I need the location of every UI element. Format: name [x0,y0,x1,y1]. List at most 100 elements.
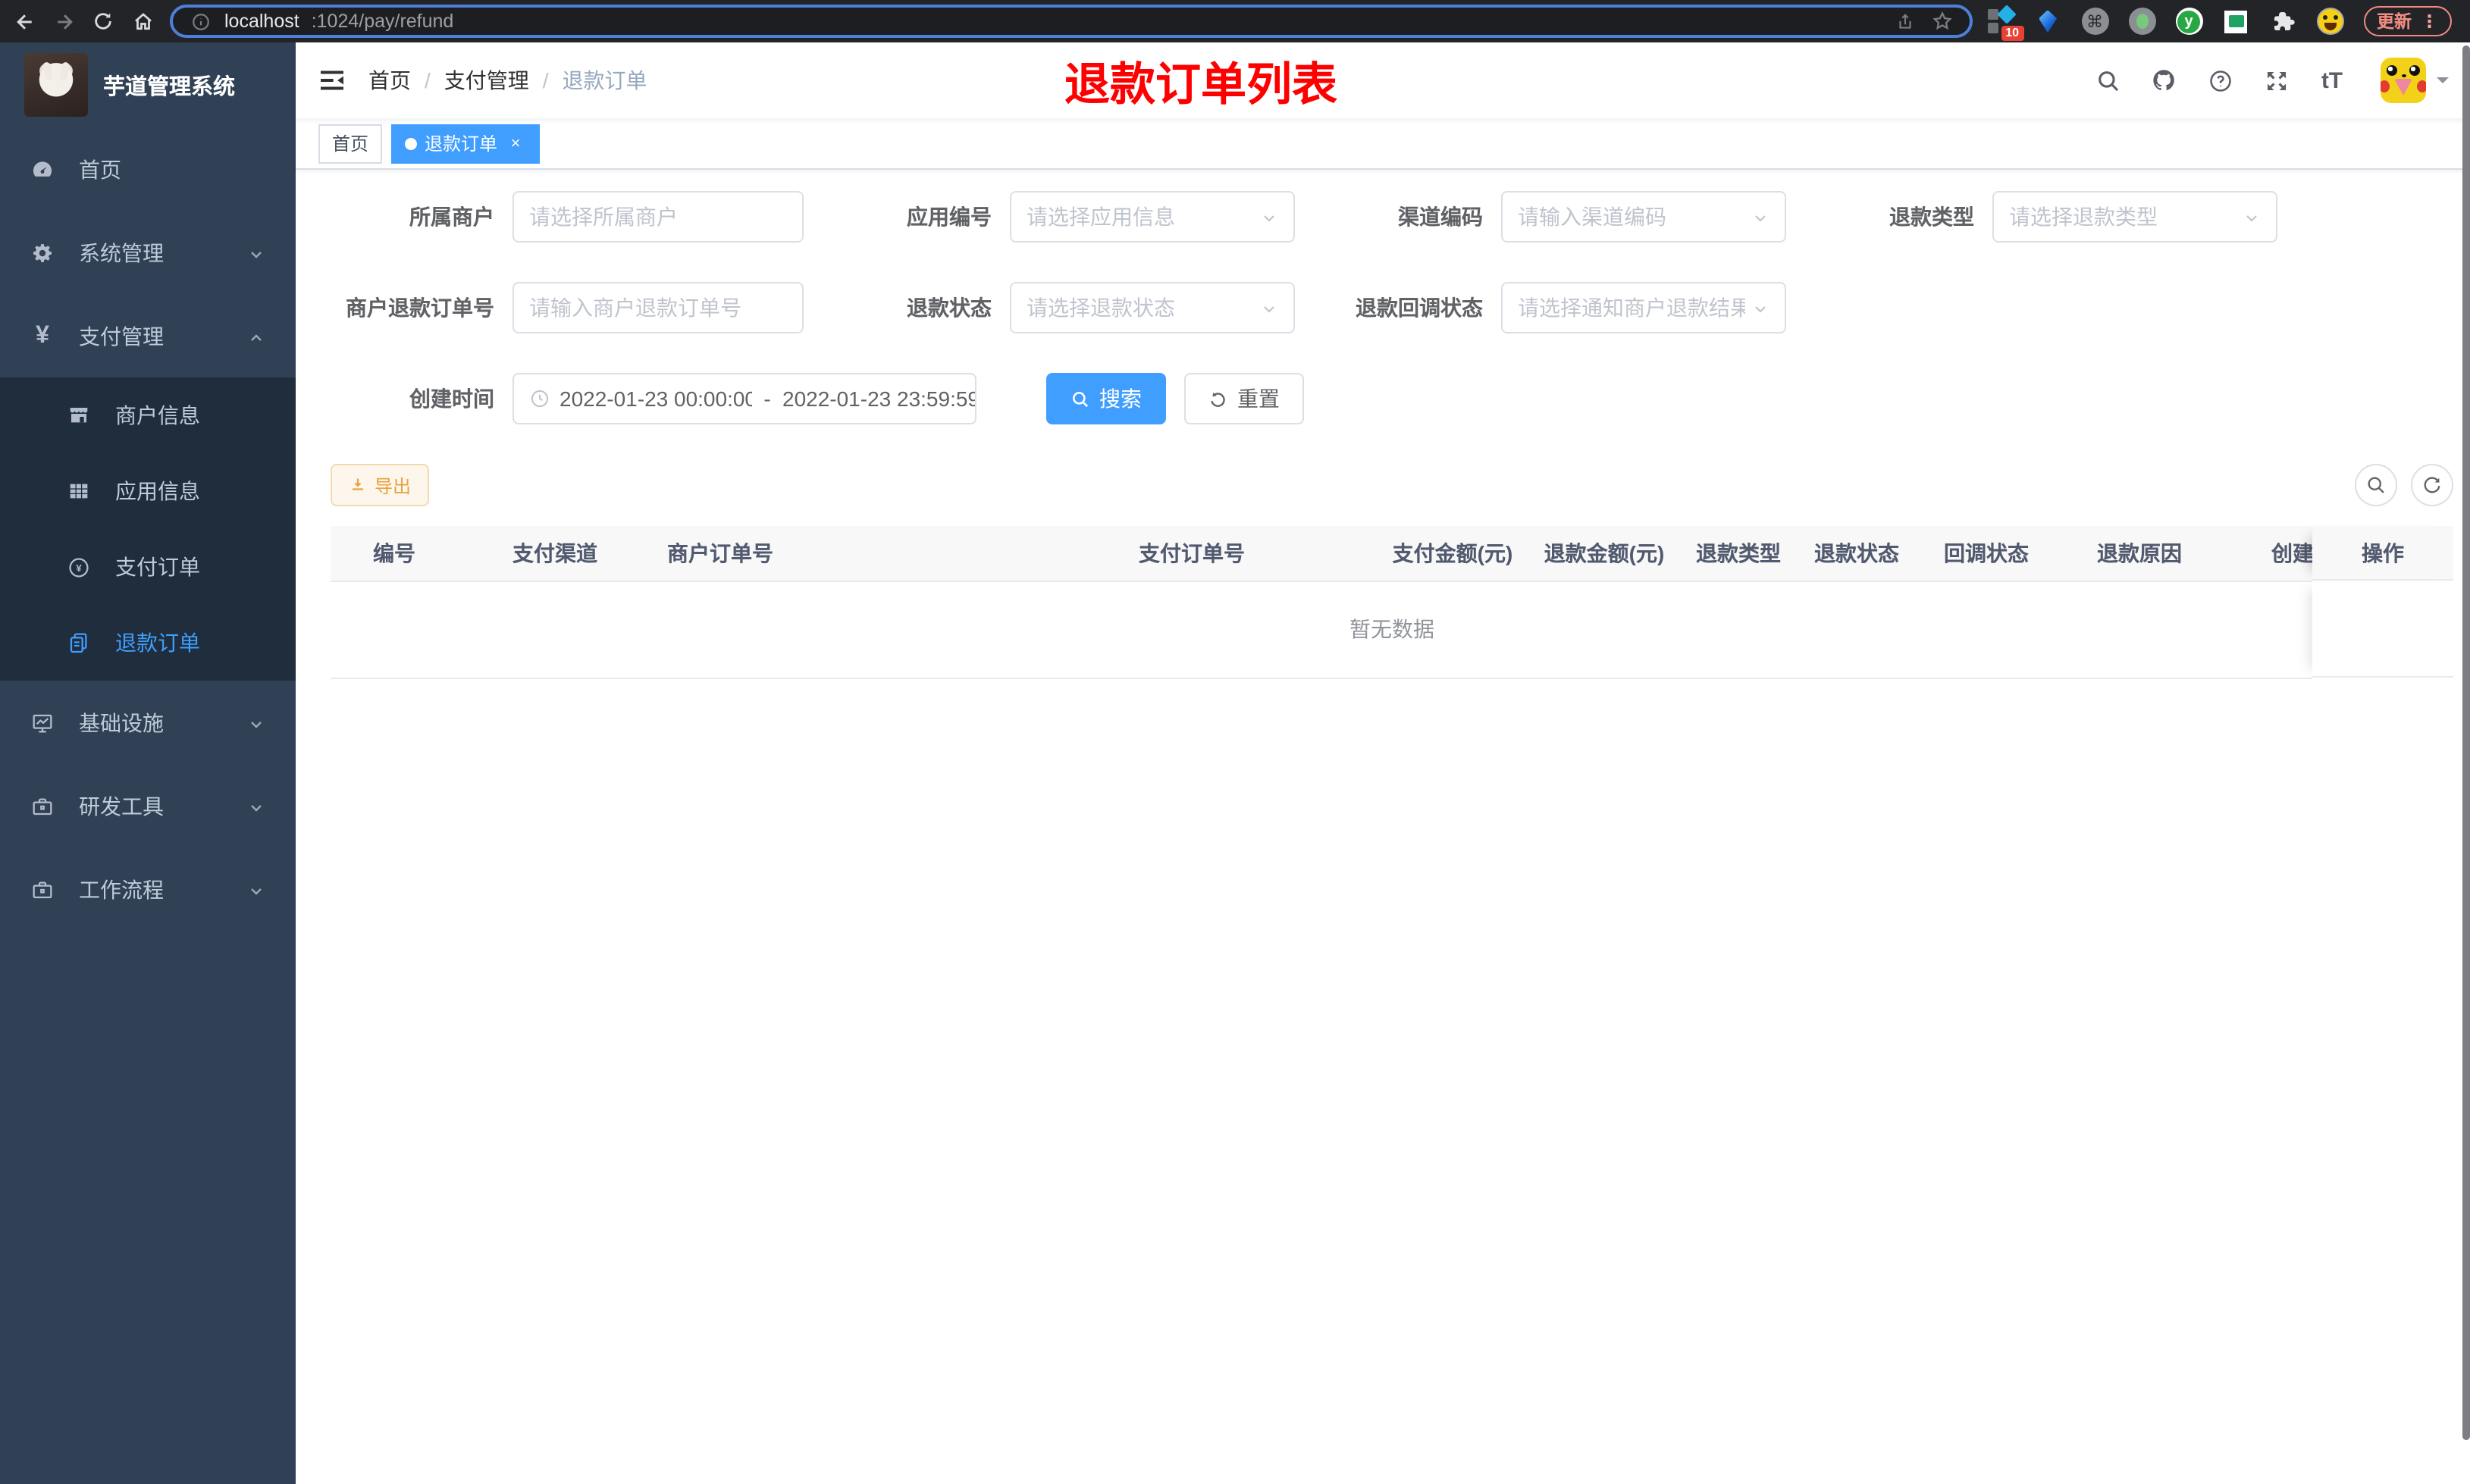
reset-button[interactable]: 重置 [1184,373,1304,424]
back-button[interactable] [12,9,36,33]
home-button[interactable] [130,9,155,33]
col-callback-status: 回调状态 [1917,526,2056,581]
sidebar-item-pay-order[interactable]: ¥ 支付订单 [0,529,296,605]
address-bar[interactable]: localhost :1024/pay/refund [170,5,1972,38]
col-create-time: 创建时间 [2223,526,2312,581]
grid-icon [67,479,91,503]
extension-green-dot-icon[interactable] [2128,8,2155,35]
chevron-down-icon [247,880,265,898]
col-refund-status: 退款状态 [1797,526,1917,581]
notify-status-select[interactable]: 请选择通知商户退款结果的回调状态 [1501,282,1786,333]
extension-chat-icon[interactable] [2222,8,2249,35]
monitor-chart-icon [30,710,55,734]
extensions-puzzle-icon[interactable] [2269,8,2296,35]
table-scroll-area[interactable]: 编号 支付渠道 商户订单号 支付订单号 支付金额(元) 退款金额(元) 退款类型… [331,526,2312,678]
share-icon[interactable] [1893,9,1917,33]
col-merchant-order-no: 商户订单号 [652,526,1124,581]
gear-icon [30,240,55,265]
refund-type-select[interactable]: 请选择退款类型 [1992,191,2277,243]
col-id: 编号 [331,526,458,581]
merchant-refund-no-label: 商户退款订单号 [346,296,494,320]
breadcrumb-pay[interactable]: 支付管理 [444,65,529,95]
chrome-menu-icon[interactable]: ⋮ [2421,11,2438,32]
app-title: 芋道管理系统 [103,75,235,99]
extension-emoji-icon[interactable] [2316,8,2343,35]
workflow-briefcase-icon [30,877,55,901]
bookmark-star-icon[interactable] [1929,9,1954,33]
sidebar-item-pay[interactable]: ¥ 支付管理 [0,294,296,377]
help-icon[interactable] [2206,67,2233,94]
sidebar-item-refund-order[interactable]: 退款订单 [0,605,296,681]
github-icon[interactable] [2150,67,2177,94]
channel-select[interactable]: 请输入渠道编码 [1501,191,1786,243]
reload-button[interactable] [91,9,115,33]
chevron-down-icon [1260,208,1278,226]
export-button[interactable]: 导出 [331,464,430,506]
notify-status-label: 退款回调状态 [1356,296,1483,320]
sidebar-logo[interactable]: 芋道管理系统 [0,42,296,127]
refresh-table-button[interactable] [2411,464,2453,506]
sidebar-item-system[interactable]: 系统管理 [0,211,296,294]
refund-doc-icon [67,631,91,655]
sidebar-menu: 首页 系统管理 ¥ 支付管理 商户信息 应用信息 ¥ 支付订单 退款订单 基础设… [0,127,296,1484]
search-icon[interactable] [2094,67,2121,94]
sidebar-item-home[interactable]: 首页 [0,127,296,211]
app-label: 应用编号 [907,205,992,229]
breadcrumb-home[interactable]: 首页 [368,65,411,95]
sidebar-item-infra[interactable]: 基础设施 [0,681,296,764]
page-content: 所属商户 应用编号 请选择应用信息 [296,170,2470,1484]
user-menu[interactable] [2374,58,2449,103]
extension-command-icon[interactable]: ⌘ [2081,8,2108,35]
table-header-row: 编号 支付渠道 商户订单号 支付订单号 支付金额(元) 退款金额(元) 退款类型… [331,526,2312,581]
sidebar-item-label: 基础设施 [79,710,164,734]
sidebar-item-label: 支付订单 [115,555,200,579]
clock-icon [529,388,550,409]
search-button[interactable]: 搜索 [1046,373,1166,424]
sidebar-item-app-info[interactable]: 应用信息 [0,453,296,529]
chevron-down-icon [247,243,265,261]
sidebar-item-workflow[interactable]: 工作流程 [0,847,296,931]
tags-view: 首页 退款订单 × [296,118,2470,170]
fullscreen-icon[interactable] [2262,67,2290,94]
merchant-label: 所属商户 [409,205,494,229]
forward-button[interactable] [52,9,76,33]
create-time-label: 创建时间 [409,387,494,411]
pay-submenu: 商户信息 应用信息 ¥ 支付订单 退款订单 [0,377,296,681]
sidebar-item-label: 系统管理 [79,240,164,265]
font-size-icon[interactable]: tT [2318,67,2346,94]
avatar [2381,58,2426,103]
site-info-icon[interactable] [188,9,212,33]
refund-status-select[interactable]: 请选择退款状态 [1010,282,1295,333]
refund-type-label: 退款类型 [1889,205,1974,229]
sidebar-item-dev-tools[interactable]: 研发工具 [0,764,296,847]
breadcrumb-current: 退款订单 [562,68,647,92]
navbar: 首页 / 支付管理 / 退款订单 退款订单列表 tT [296,42,2470,118]
col-channel: 支付渠道 [458,526,652,581]
extension-tabs-icon[interactable]: 10 [1987,5,2023,41]
chevron-down-icon [2243,208,2261,226]
merchant-refund-no-input[interactable] [512,282,804,333]
svg-text:¥: ¥ [76,562,82,573]
tag-refund-order[interactable]: 退款订单 × [391,124,541,163]
app-select[interactable]: 请选择应用信息 [1010,191,1295,243]
chrome-update-button[interactable]: 更新 ⋮ [2363,6,2452,36]
url-path: :1024/pay/refund [311,11,454,32]
active-dot [405,137,418,149]
create-time-range-picker[interactable]: 2022-01-23 00:00:00 - 2022-01-23 23:59:5… [512,373,976,424]
extension-kite-icon[interactable] [2034,8,2061,35]
close-icon[interactable]: × [505,133,526,154]
url-host: localhost [224,11,299,32]
chevron-down-icon [247,797,265,815]
chevron-down-icon [1751,299,1769,317]
sidebar-item-merchant-info[interactable]: 商户信息 [0,377,296,453]
extension-y-icon[interactable]: y [2175,8,2202,35]
tag-home[interactable]: 首页 [318,124,383,163]
sidebar-item-label: 支付管理 [79,324,164,348]
date-start-value[interactable]: 2022-01-23 00:00:00 [560,387,752,411]
show-search-toggle-button[interactable] [2355,464,2397,506]
merchant-input[interactable] [512,191,804,243]
date-end-value[interactable]: 2022-01-23 23:59:59 [782,387,975,411]
col-actions: 操作 [2312,526,2453,581]
page-scrollbar[interactable] [2462,45,2470,1440]
sidebar-fold-icon[interactable] [317,65,347,95]
